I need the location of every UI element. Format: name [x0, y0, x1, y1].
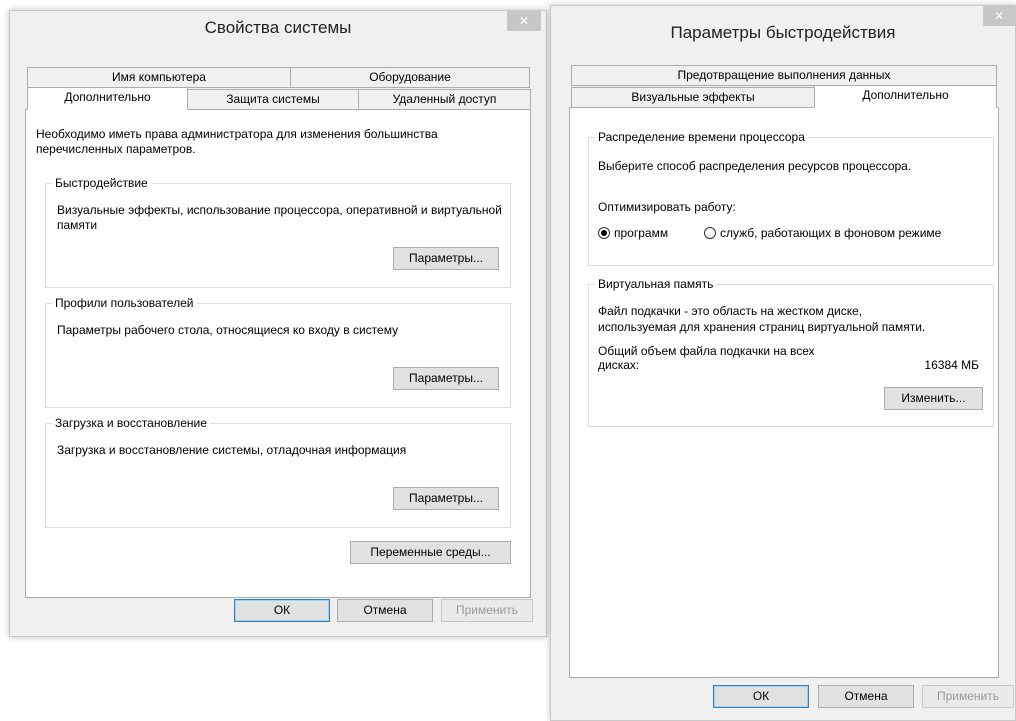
close-button[interactable]: ✕ [983, 6, 1015, 26]
startup-recovery-group: Загрузка и восстановление Загрузка и вос… [45, 416, 511, 528]
tab-system-protection[interactable]: Защита системы [187, 89, 359, 110]
user-profiles-settings-button[interactable]: Параметры... [393, 367, 499, 390]
user-profiles-group: Профили пользователей Параметры рабочего… [45, 296, 511, 408]
tab-row-bottom: Дополнительно Защита системы Удаленный д… [27, 87, 531, 110]
tab-panel-advanced: Распределение времени процессора Выберит… [569, 107, 999, 678]
ok-button[interactable]: ОК [713, 685, 809, 708]
virtual-memory-description-line2: используемая для хранения страниц виртуа… [598, 320, 926, 334]
performance-group: Быстродействие Визуальные эффекты, испол… [45, 176, 511, 288]
close-button[interactable]: ✕ [507, 11, 541, 31]
optimize-label: Оптимизировать работу: [598, 200, 736, 214]
close-icon: ✕ [518, 14, 530, 28]
cpu-scheduling-description: Выберите способ распределения ресурсов п… [598, 159, 912, 173]
virtual-memory-group: Виртуальная память Файл подкачки - это о… [588, 277, 994, 427]
tab-row-bottom: Визуальные эффекты Дополнительно [571, 85, 997, 108]
radio-programs-dot [601, 230, 607, 236]
tab-remote[interactable]: Удаленный доступ [358, 89, 531, 110]
window-title: Свойства системы [204, 18, 352, 37]
radio-background-services[interactable]: служб, работающих в фоновом режиме [704, 226, 941, 240]
tab-computer-name[interactable]: Имя компьютера [27, 67, 291, 88]
cpu-scheduling-group: Распределение времени процессора Выберит… [588, 130, 994, 266]
performance-settings-button[interactable]: Параметры... [393, 247, 499, 270]
tab-row-top: Имя компьютера Оборудование [27, 67, 530, 88]
performance-description: Визуальные эффекты, использование процес… [57, 203, 502, 232]
cpu-scheduling-group-title: Распределение времени процессора [595, 130, 808, 144]
tab-dep[interactable]: Предотвращение выполнения данных [571, 65, 997, 86]
startup-recovery-group-title: Загрузка и восстановление [52, 416, 210, 430]
apply-button[interactable]: Применить [441, 599, 533, 622]
tab-hardware[interactable]: Оборудование [290, 67, 530, 88]
virtual-memory-description-line1: Файл подкачки - это область на жестком д… [598, 304, 863, 318]
paging-total-label-line1: Общий объем файла подкачки на всех [598, 344, 815, 358]
ok-button[interactable]: ОК [234, 599, 330, 622]
tab-advanced[interactable]: Дополнительно [814, 85, 997, 108]
user-profiles-group-title: Профили пользователей [52, 296, 197, 310]
performance-options-window: Параметры быстродействия ✕ Предотвращени… [550, 5, 1016, 721]
paging-total-value: 16384 МБ [924, 358, 979, 372]
system-properties-window: Свойства системы ✕ Имя компьютера Оборуд… [9, 10, 547, 637]
radio-programs-label: программ [614, 226, 669, 240]
radio-programs-circle[interactable] [598, 227, 610, 239]
radio-background-services-label: служб, работающих в фоновом режиме [720, 226, 942, 240]
performance-group-title: Быстродействие [52, 176, 151, 190]
startup-recovery-settings-button[interactable]: Параметры... [393, 487, 499, 510]
change-virtual-memory-button[interactable]: Изменить... [884, 387, 983, 410]
radio-background-services-circle[interactable] [704, 227, 716, 239]
cancel-button[interactable]: Отмена [818, 685, 914, 708]
apply-button[interactable]: Применить [922, 685, 1014, 708]
window-title: Параметры быстродействия [670, 23, 896, 42]
user-profiles-description: Параметры рабочего стола, относящиеся ко… [57, 323, 399, 337]
admin-note: Необходимо иметь права администратора дл… [36, 127, 438, 156]
cancel-button[interactable]: Отмена [337, 599, 433, 622]
tab-panel-advanced: Необходимо иметь права администратора дл… [25, 109, 531, 598]
close-icon: ✕ [993, 9, 1005, 23]
tab-visual-effects[interactable]: Визуальные эффекты [571, 87, 815, 108]
virtual-memory-group-title: Виртуальная память [595, 277, 717, 291]
tab-advanced[interactable]: Дополнительно [27, 87, 188, 110]
title-bar[interactable]: Свойства системы ✕ [10, 11, 546, 45]
tab-row-top: Предотвращение выполнения данных [571, 65, 997, 86]
paging-total-label-line2: дисках: [598, 358, 640, 372]
startup-recovery-description: Загрузка и восстановление системы, отлад… [57, 443, 407, 457]
title-bar[interactable]: Параметры быстродействия ✕ [551, 6, 1015, 42]
radio-programs[interactable]: программ [598, 226, 668, 240]
environment-variables-button[interactable]: Переменные среды... [350, 541, 511, 564]
